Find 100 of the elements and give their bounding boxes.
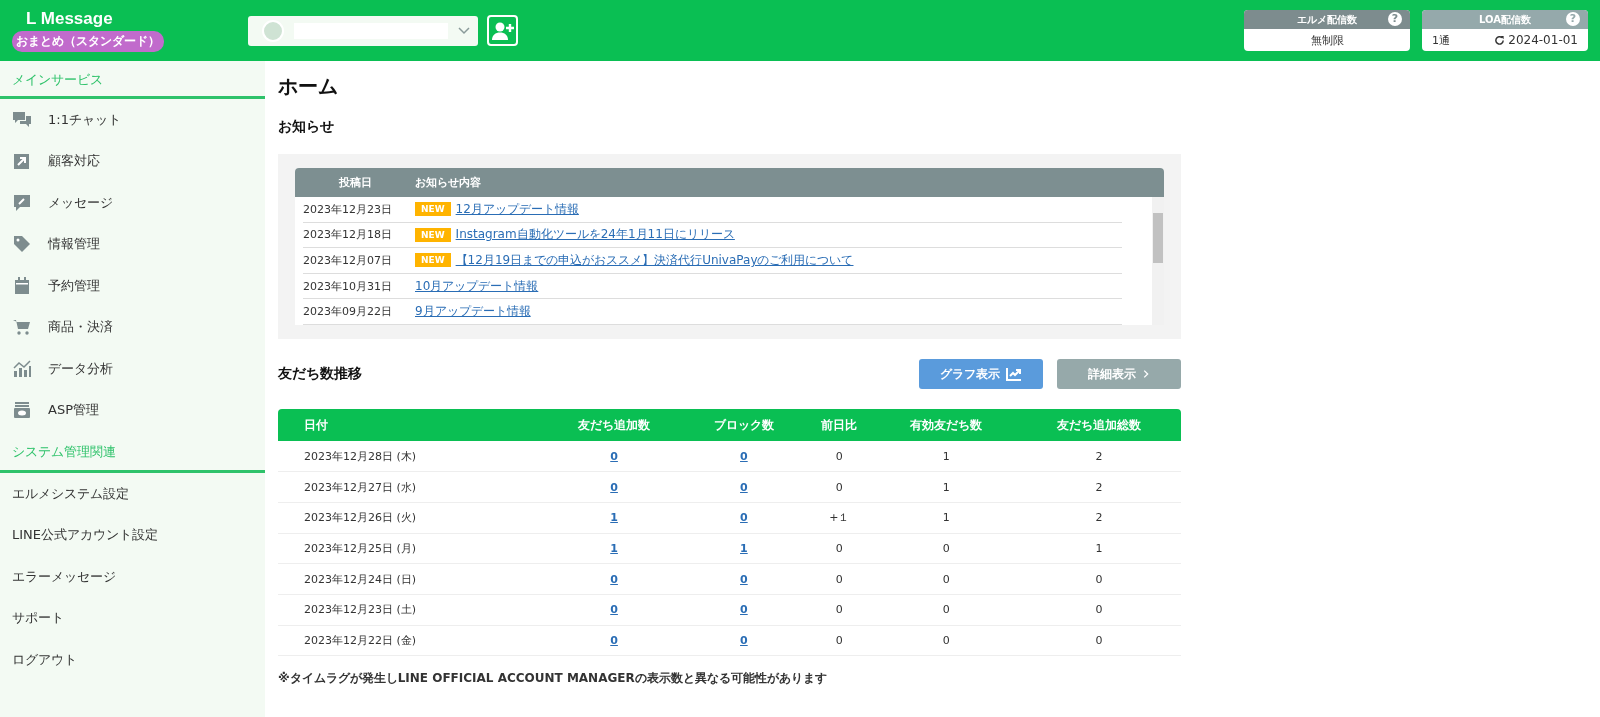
- count-link[interactable]: 0: [740, 449, 748, 463]
- refresh-icon: [1494, 34, 1506, 46]
- table-cell: 0: [803, 533, 876, 564]
- table-cell: 2023年12月26日 (火): [278, 502, 544, 534]
- sidebar-item[interactable]: サポート: [0, 597, 265, 639]
- table-cell: 1: [1016, 533, 1181, 564]
- count-link[interactable]: 0: [610, 633, 618, 647]
- table-cell: 0: [1016, 594, 1181, 626]
- table-cell: 0: [803, 625, 876, 656]
- column-header: お知らせ内容: [415, 175, 481, 190]
- user-plus-icon: [491, 20, 514, 41]
- table-cell: 0: [803, 471, 876, 503]
- chevron-right-icon: [1141, 367, 1151, 381]
- table-cell: +１: [803, 502, 876, 534]
- app-logo: L Message: [26, 9, 113, 29]
- table-cell: 2023年12月25日 (月): [278, 533, 544, 564]
- column-header: 日付: [278, 409, 544, 441]
- sidebar-item-label[interactable]: メッセージ: [48, 193, 113, 212]
- reset-date: 2024-01-01: [1508, 33, 1578, 47]
- calendar-icon: [12, 275, 32, 296]
- table-cell: 2023年12月24日 (日): [278, 563, 544, 595]
- count-link[interactable]: 0: [740, 480, 748, 494]
- add-friend-button[interactable]: [487, 15, 518, 46]
- notice-link[interactable]: 【12月19日までの申込がおススメ】決済代行UnivaPayのご利用について: [455, 252, 854, 269]
- sidebar-item-label[interactable]: データ分析: [48, 359, 113, 378]
- table-cell: 2: [1016, 471, 1181, 503]
- account-selector[interactable]: [248, 15, 478, 46]
- count-link[interactable]: 0: [740, 633, 748, 647]
- count-link[interactable]: 0: [610, 449, 618, 463]
- sidebar-item[interactable]: LINE公式アカウント設定: [0, 514, 265, 556]
- avatar-icon: [262, 19, 284, 42]
- count-link[interactable]: 1: [740, 541, 748, 555]
- table-cell: 2: [1016, 502, 1181, 534]
- count-link[interactable]: 0: [610, 572, 618, 586]
- graph-button[interactable]: グラフ表示: [919, 359, 1043, 389]
- plan-badge: おまとめ（スタンダード）: [12, 31, 164, 52]
- column-header: 前日比: [803, 409, 876, 441]
- scrollbar-thumb[interactable]: [1153, 213, 1163, 263]
- column-header: 有効友だち数: [875, 409, 1017, 441]
- table-cell: 0: [875, 625, 1017, 656]
- table-cell: 0: [1016, 625, 1181, 656]
- notice-link[interactable]: Instagram自動化ツールを24年1月11日にリリース: [455, 226, 735, 244]
- caret-icon: [458, 26, 470, 35]
- section-title: 友だち数推移: [278, 365, 363, 383]
- column-header: ブロック数: [684, 409, 804, 441]
- count-link[interactable]: 0: [740, 572, 748, 586]
- count-link[interactable]: 0: [610, 480, 618, 494]
- notice-date: 2023年09月22日: [303, 304, 393, 320]
- table-cell: 0: [875, 533, 1017, 564]
- table-cell: 0: [803, 441, 876, 472]
- table-cell: 2023年12月28日 (木): [278, 441, 544, 472]
- new-badge: NEW: [415, 253, 451, 268]
- count-link[interactable]: 0: [740, 603, 748, 617]
- notice-date: 2023年10月31日: [303, 278, 393, 294]
- count-link[interactable]: 1: [610, 511, 618, 525]
- table-cell: 0: [803, 563, 876, 595]
- arrow-square-icon: [12, 151, 32, 172]
- new-badge: NEW: [415, 227, 451, 242]
- sidebar-item-label[interactable]: 情報管理: [48, 235, 100, 254]
- count-link[interactable]: 0: [740, 511, 748, 525]
- table-cell: 1: [875, 471, 1017, 503]
- table-cell: 0: [1016, 563, 1181, 595]
- sidebar-item[interactable]: ログアウト: [0, 639, 265, 681]
- sidebar-item-label[interactable]: 顧客対応: [48, 152, 100, 171]
- line-chart-icon: [1006, 367, 1022, 381]
- sidebar-section-title: メインサービス: [0, 61, 265, 99]
- footnote: ※タイムラグが発生しLINE OFFICIAL ACCOUNT MANAGERの表示数と異なる可能性があります: [278, 670, 828, 688]
- sidebar-item[interactable]: エラーメッセージ: [0, 556, 265, 598]
- sidebar-item[interactable]: エルメシステム設定: [0, 473, 265, 515]
- page-title: ホーム: [278, 73, 339, 100]
- section-title: お知らせ: [278, 118, 335, 136]
- sidebar-item-label[interactable]: ASP管理: [48, 401, 99, 420]
- notice-link[interactable]: 9月アップデート情報: [415, 303, 531, 321]
- table-cell: 2023年12月27日 (水): [278, 471, 544, 503]
- count-link[interactable]: 1: [610, 541, 618, 555]
- table-cell: 1: [875, 441, 1017, 472]
- counter-value: 1通: [1432, 32, 1450, 48]
- new-badge: NEW: [415, 202, 451, 217]
- table-cell: 2: [1016, 441, 1181, 472]
- notice-link[interactable]: 12月アップデート情報: [455, 200, 579, 218]
- table-cell: 0: [875, 563, 1017, 595]
- sidebar-item-label[interactable]: 予約管理: [48, 276, 100, 295]
- sidebar-item-label[interactable]: 1:1チャット: [48, 110, 121, 129]
- notice-date: 2023年12月07日: [303, 253, 393, 268]
- edit-bubble-icon: [12, 192, 32, 213]
- help-button[interactable]: ?: [1388, 12, 1402, 26]
- table-cell: 2023年12月22日 (金): [278, 625, 544, 656]
- column-header: 投稿日: [337, 175, 373, 190]
- counter-title: エルメ配信数: [1297, 12, 1357, 27]
- tag-icon: [12, 234, 32, 255]
- column-header: 友だち追加総数: [1016, 409, 1181, 441]
- notice-link[interactable]: 10月アップデート情報: [415, 277, 539, 295]
- count-link[interactable]: 0: [610, 603, 618, 617]
- column-header: 友だち追加数: [543, 409, 685, 441]
- notice-date: 2023年12月18日: [303, 227, 393, 243]
- drawer-icon: [12, 400, 32, 421]
- sidebar-section-title: システム管理関連: [0, 431, 265, 473]
- bar-chart-icon: [12, 358, 32, 379]
- sidebar-item-label[interactable]: 商品・決済: [48, 318, 113, 337]
- table-cell: 1: [875, 502, 1017, 534]
